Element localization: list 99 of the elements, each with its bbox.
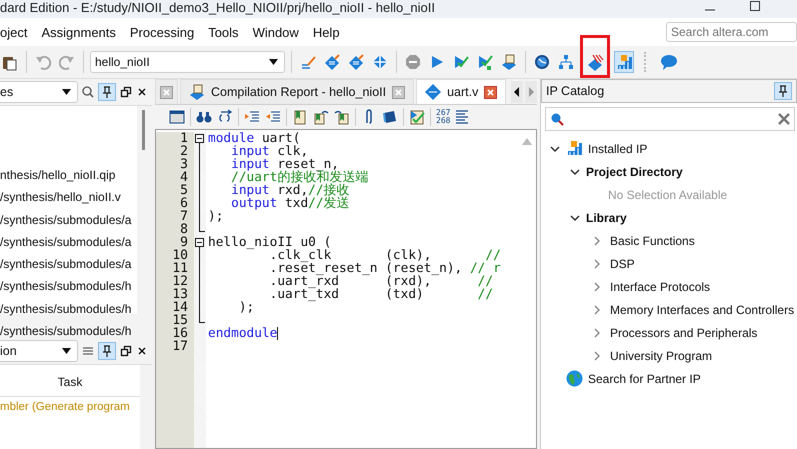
line-number: 3 [179,158,188,171]
close-icon[interactable] [137,346,147,356]
line-number: 12 [171,275,188,288]
column-header: Task [0,365,140,397]
code-line: //uart的接收和发送端 [230,171,368,184]
restore-icon[interactable] [120,345,132,357]
file-item[interactable]: /synthesis/submodules/a [0,208,137,231]
file-item[interactable]: /synthesis/submodules/h [0,298,137,320]
ip-blocks-icon [566,140,583,157]
restore-icon[interactable] [120,86,132,98]
code-line: ); [208,210,224,223]
ip-catalog-icon[interactable] [614,51,634,73]
globe-icon [566,370,583,387]
tree-item[interactable]: Library [586,210,627,224]
code-line: .reset_reset_n (reset_n), // r [268,262,501,275]
bookmark-previous-icon[interactable] [334,109,350,125]
bookmark-icon[interactable] [292,109,308,125]
menu-icon[interactable] [82,345,94,357]
editor-tab[interactable]: Compilation Report - hello_nioII [180,79,414,104]
line-number: 4 [179,171,188,184]
dropdown-caret-icon [62,348,71,354]
code-line: .uart_txd (txd) // [268,288,494,301]
menu-item[interactable]: Window [252,24,299,40]
line-number: 16 [171,327,188,340]
line-number: 15 [171,314,188,327]
tree-item[interactable]: Memory Interfaces and Controllers [610,302,794,316]
editor-tab[interactable]: uart.v [416,79,506,104]
tree-item[interactable]: Search for Partner IP [588,372,701,386]
editor-tab[interactable] [155,79,178,104]
line-number: 8 [179,223,188,236]
bookmark-next-icon[interactable] [313,109,329,125]
close-icon[interactable] [137,87,147,97]
tree-item[interactable]: DSP [610,256,635,270]
tree-item[interactable]: Project Directory [586,164,683,178]
tree-item[interactable]: Interface Protocols [610,280,710,294]
tree-item[interactable]: Installed IP [588,142,648,156]
file-item[interactable]: /synthesis/submodules/a [0,253,137,276]
binoculars-icon[interactable] [196,109,212,125]
code-line: .clk_clk (clk), // [270,249,501,262]
line-number: 9 [180,236,188,249]
line-number: 5 [179,184,188,197]
view-dropdown[interactable]: ion [0,340,78,362]
tree-item[interactable]: University Program [610,348,712,362]
line-number: 2 [179,145,188,158]
line-number: 6 [179,197,188,210]
window-icon[interactable] [169,109,185,125]
line-number: 1 [179,132,188,145]
menu-item[interactable]: Processing [130,24,194,40]
file-item[interactable]: /synthesis/hello_nioII.v [0,186,137,209]
code-line: endmodule [208,327,278,340]
tree-item[interactable]: Processors and Peripherals [610,326,758,340]
line-number: 7 [179,210,188,223]
pin-icon[interactable] [775,83,791,99]
menu-item[interactable]: Help [312,24,340,40]
line-number: 13 [171,288,188,301]
search-icon [550,112,564,126]
search-field[interactable] [545,107,795,131]
line-number: 14 [171,301,188,314]
check-document-icon[interactable] [409,109,425,125]
lines-icon[interactable] [455,109,470,125]
search-field[interactable]: Search altera.com [666,22,797,42]
menu-item[interactable]: Tools [208,24,239,40]
pin-icon[interactable] [99,84,115,100]
document-diamond-icon [189,84,205,100]
line-number: 11 [171,262,188,275]
line-number: 10 [171,249,188,262]
code-line: input rxd,//接收 [230,184,350,197]
panel-title: IP Catalog [546,84,604,98]
file-item[interactable]: /synthesis/submodules/h [0,275,137,298]
clear-icon[interactable] [778,113,790,125]
search-icon[interactable] [82,86,94,98]
dropdown-caret-icon [62,89,71,95]
code-line: hello_nioII u0 ( [208,236,332,249]
placeholder-text: No Selection Available [608,188,728,202]
maximize-icon[interactable] [749,0,761,12]
file-item[interactable]: /synthesis/submodules/h [0,320,137,342]
code-line: output txd//发送 [230,197,350,210]
tree-item[interactable]: Basic Functions [610,234,695,248]
scrollbar-thumb[interactable] [142,110,145,150]
code-line: ); [238,301,254,314]
code-line: input clk, [230,145,308,158]
window-title: dard Edition - E:/study/NIOII_demo3_Hello_NIOII/prj/hello_nioII - hello_nioII [0,0,436,16]
scroll-left-icon[interactable] [511,80,523,102]
code-line: .uart_rxd (rxd), // [268,275,494,288]
pin-icon[interactable] [99,343,115,359]
fold-toggle-icon[interactable] [194,132,205,145]
line-number: 17 [171,340,188,353]
revision-dropdown[interactable]: hello_nioII [90,51,285,73]
view-dropdown[interactable]: es [0,81,78,103]
code-line: module uart( [208,132,300,145]
code-line: input reset_n, [230,158,339,171]
file-item[interactable]: nthesis/hello_nioII.qip [0,164,137,186]
dropdown-caret-icon [269,59,278,65]
book-icon[interactable] [382,109,398,125]
file-item[interactable]: /synthesis/submodules/a [0,230,137,254]
fold-toggle-icon[interactable] [194,236,205,249]
menu-item[interactable]: Assignments [41,24,116,40]
menu-item[interactable]: oject [0,24,28,40]
goto-line-icon[interactable]: 267 268 [436,109,450,125]
